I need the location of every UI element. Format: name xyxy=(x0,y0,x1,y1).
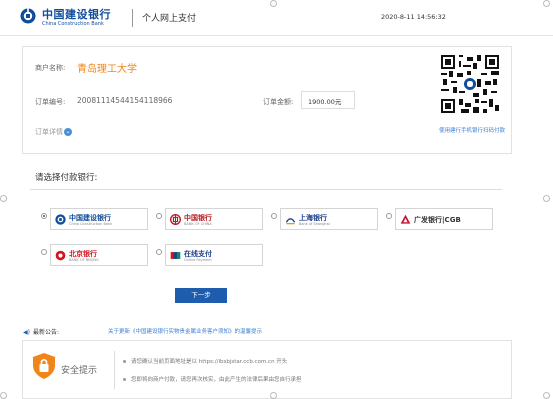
bank-sub: BANK OF BEIJING xyxy=(69,258,99,262)
bank-name-en: China Construction Bank xyxy=(42,21,104,27)
ccb-logo-icon xyxy=(20,8,36,24)
security-tips-box: 安全提示 请您确认当前页面地址是以 https://ibsbjstar.ccb.… xyxy=(22,340,512,399)
boc-logo-icon xyxy=(170,214,181,225)
order-detail-label: 订单详情 xyxy=(35,128,63,136)
bank-sub: Bank of Shanghai xyxy=(299,222,330,226)
handle-icon xyxy=(543,392,550,399)
chevron-down-icon: ⌄ xyxy=(64,128,72,136)
bank-sub: China Construction Bank xyxy=(69,222,113,226)
radio-bank-bos[interactable] xyxy=(271,213,277,219)
radio-bank-unionpay[interactable] xyxy=(156,249,162,255)
qr-caption: 使用建行手机银行扫码付款 xyxy=(439,128,506,134)
next-step-button[interactable]: 下一步 xyxy=(175,288,227,303)
handle-icon xyxy=(270,0,277,7)
qr-code xyxy=(441,55,499,113)
bos-logo-icon xyxy=(285,218,296,225)
merchant-label: 商户名称: xyxy=(35,64,66,72)
bullet-icon xyxy=(123,378,126,381)
bank-name: 广发银行|CGB xyxy=(414,216,461,224)
amount-value: 1900.00元 xyxy=(301,91,355,109)
header-divider xyxy=(132,9,133,27)
order-info-card: 商户名称: 青岛理工大学 订单编号: 20081114544154118966 … xyxy=(22,46,512,154)
notice-link[interactable]: 关于更新《中国建设银行实物贵金属业务客户须知》的温馨提示 xyxy=(108,327,262,335)
cgb-logo-icon xyxy=(400,214,411,224)
security-tip: 您即将向商户付款，请您再次核实，由此产生的法律后果由您自行承担 xyxy=(123,375,302,383)
handle-icon xyxy=(543,0,550,7)
merchant-name: 青岛理工大学 xyxy=(77,64,137,75)
bank-sub: BANK OF CHINA xyxy=(184,222,212,226)
bank-option-unionpay[interactable]: 在线支付 Online Payment xyxy=(165,244,263,266)
page-title: 个人网上支付 xyxy=(142,14,197,24)
notice-heading-text: 最新公告: xyxy=(32,329,59,336)
handle-icon xyxy=(543,195,550,202)
order-detail-toggle[interactable]: 订单详情 ⌄ xyxy=(35,127,72,137)
bank-option-bob[interactable]: 北京银行 BANK OF BEIJING xyxy=(50,244,148,266)
page-header: 中国建设银行 China Construction Bank 个人网上支付 20… xyxy=(0,0,553,36)
order-no-label: 订单编号: xyxy=(35,98,66,106)
security-tip-text: 请您确认当前页面地址是以 https://ibsbjstar.ccb.com.c… xyxy=(131,359,288,365)
order-no-value: 20081114544154118966 xyxy=(77,96,173,105)
handle-icon xyxy=(0,392,7,399)
choose-bank-title: 请选择付款银行: xyxy=(35,173,98,183)
handle-icon xyxy=(270,392,277,399)
security-tip-text: 您即将向商户付款，请您再次核实，由此产生的法律后果由您自行承担 xyxy=(131,377,302,383)
radio-bank-ccb[interactable] xyxy=(41,213,47,219)
bullet-icon xyxy=(123,360,126,363)
notice-heading: ◀) 最新公告: xyxy=(23,327,59,336)
ccb-logo-icon xyxy=(55,214,66,225)
bank-sub: Online Payment xyxy=(184,258,212,262)
speaker-icon: ◀) xyxy=(23,329,30,336)
bank-name: 中国建设银行 xyxy=(42,8,111,21)
radio-bank-bob[interactable] xyxy=(41,249,47,255)
bank-option-bos[interactable]: 上海银行 Bank of Shanghai xyxy=(280,208,378,230)
divider xyxy=(114,351,115,389)
bank-option-boc[interactable]: 中国银行 BANK OF CHINA xyxy=(165,208,263,230)
unionpay-logo-icon xyxy=(170,252,181,259)
amount-label: 订单金额: xyxy=(263,98,294,106)
divider xyxy=(30,189,502,190)
datetime: 2020-8-11 14:56:32 xyxy=(381,13,446,21)
bank-option-cgb[interactable]: 广发银行|CGB xyxy=(395,208,493,230)
bob-logo-icon xyxy=(55,250,66,261)
radio-bank-boc[interactable] xyxy=(156,213,162,219)
security-title: 安全提示 xyxy=(61,366,98,376)
radio-bank-cgb[interactable] xyxy=(386,213,392,219)
handle-icon xyxy=(0,195,7,202)
security-tip: 请您确认当前页面地址是以 https://ibsbjstar.ccb.com.c… xyxy=(123,357,287,365)
shield-lock-icon xyxy=(33,353,55,379)
bank-option-ccb[interactable]: 中国建设银行 China Construction Bank xyxy=(50,208,148,230)
